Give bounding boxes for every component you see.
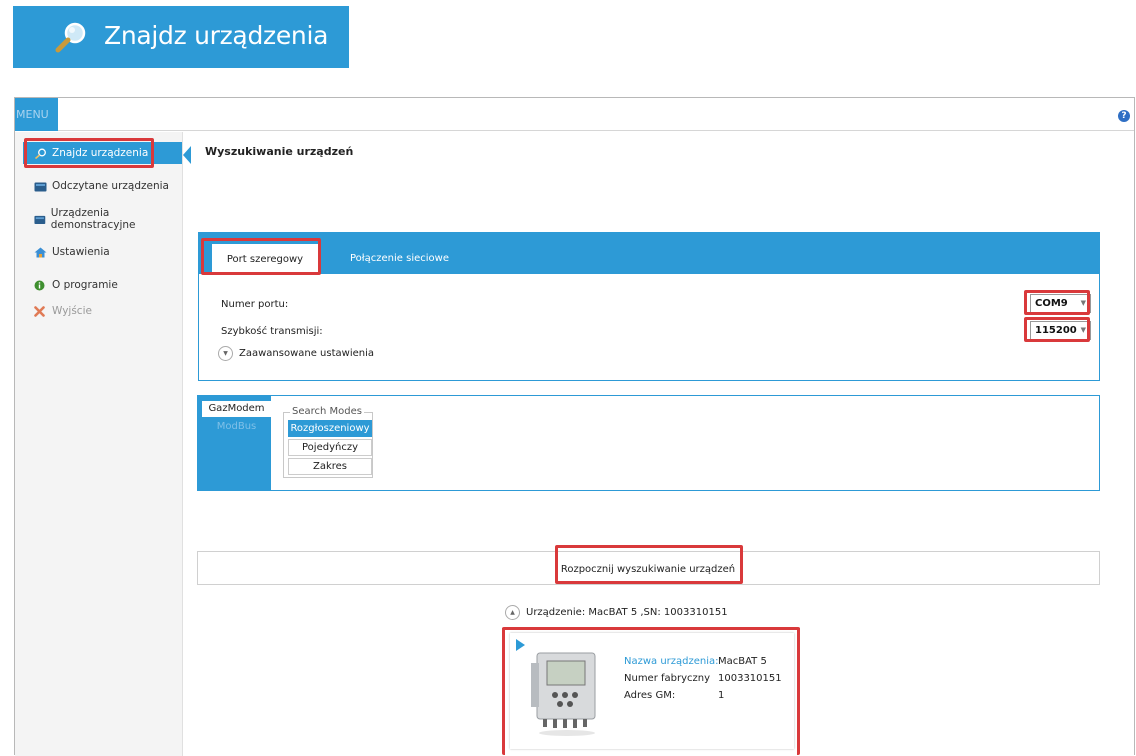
sidebar-item-read-devices[interactable]: Odczytane urządzenia <box>15 175 183 197</box>
sidebar: Znajdz urządzenia Odczytane urządzenia U… <box>15 132 183 756</box>
search-icon <box>55 22 86 53</box>
tab-gazmodem[interactable]: GazModem <box>202 401 271 417</box>
search-modes-group: Search Modes Rozgłoszeniowy Pojedyńczy a… <box>283 406 373 478</box>
start-search-button[interactable]: Rozpocznij wyszukiwanie urządzeń <box>558 557 738 583</box>
sidebar-item-settings[interactable]: Ustawienia <box>15 241 183 263</box>
sidebar-item-label: Odczytane urządzenia <box>52 180 169 192</box>
device-result-title: Urządzenie: MacBAT 5 ,SN: 1003310151 <box>526 607 728 618</box>
feature-banner: Znajdz urządzenia <box>13 6 349 68</box>
help-icon[interactable]: ? <box>1118 110 1130 122</box>
mode-single-address[interactable]: Pojedyńczy adres <box>288 439 372 469</box>
advanced-settings-toggle[interactable]: ▼ Zaawansowane ustawienia <box>218 346 374 361</box>
device-address-label: Adres GM: <box>624 690 676 701</box>
baud-select[interactable]: 115200 ▼ <box>1030 321 1091 340</box>
app-window: MENU ? Znajdz urządzenia Odczytane urząd… <box>14 97 1135 756</box>
sidebar-item-label: O programie <box>52 279 118 291</box>
device-image <box>531 652 596 736</box>
exit-icon <box>34 305 45 317</box>
device-name-value: MacBAT 5 <box>718 656 767 667</box>
device-result-header[interactable]: ▲ Urządzenie: MacBAT 5 ,SN: 1003310151 <box>505 605 728 620</box>
advanced-settings-label: Zaawansowane ustawienia <box>239 348 375 359</box>
port-value: COM9 <box>1035 298 1068 309</box>
connection-tabs: Port szeregowy Połączenie sieciowe <box>199 233 1099 275</box>
device-icon <box>34 182 47 191</box>
top-bar: MENU ? <box>15 98 1134 131</box>
home-icon <box>34 247 47 257</box>
play-icon <box>516 639 525 651</box>
menu-button[interactable]: MENU <box>15 98 58 131</box>
chevron-up-icon: ▲ <box>505 605 520 620</box>
device-address-value: 1 <box>718 690 725 701</box>
banner-title: Znajdz urządzenia <box>104 21 329 50</box>
sidebar-item-label: Znajdz urządzenia <box>52 147 149 159</box>
sidebar-item-label: Urządzenia demonstracyjne <box>50 207 136 231</box>
chevron-down-icon: ▼ <box>1080 299 1086 307</box>
sidebar-item-label: Wyjście <box>52 305 92 317</box>
device-card[interactable]: Nazwa urządzenia: MacBAT 5 Numer fabrycz… <box>510 633 794 749</box>
device-name-label: Nazwa urządzenia: <box>624 656 719 667</box>
sidebar-item-label: Ustawienia <box>52 246 110 258</box>
mode-broadcast[interactable]: Rozgłoszeniowy <box>288 420 372 437</box>
baud-value: 115200 <box>1035 325 1077 336</box>
sidebar-item-find-devices[interactable]: Znajdz urządzenia <box>23 142 182 164</box>
search-bar: Rozpocznij wyszukiwanie urządzeń <box>197 551 1100 585</box>
search-modes-legend: Search Modes <box>290 406 364 417</box>
sidebar-item-demo-devices[interactable]: Urządzenia demonstracyjne <box>15 207 183 231</box>
sidebar-item-about[interactable]: O programie <box>15 274 183 296</box>
tab-serial-port[interactable]: Port szeregowy <box>212 244 318 275</box>
protocol-panel: GazModem ModBus Search Modes Rozgłoszeni… <box>197 395 1100 491</box>
tab-network[interactable]: Połączenie sieciowe <box>350 253 449 264</box>
device-icon <box>34 215 46 224</box>
tab-modbus[interactable]: ModBus <box>202 421 271 432</box>
device-serial-value: 1003310151 <box>718 673 782 684</box>
page-title: Wyszukiwanie urządzeń <box>205 145 354 158</box>
active-indicator <box>183 146 191 164</box>
port-label: Numer portu: <box>221 299 289 310</box>
port-select[interactable]: COM9 ▼ <box>1030 294 1091 313</box>
mode-range[interactable]: Zakres <box>288 458 372 475</box>
baud-label: Szybkość transmisji: <box>221 326 323 337</box>
device-serial-label: Numer fabryczny <box>624 673 711 684</box>
chevron-down-icon: ▼ <box>1080 326 1086 334</box>
search-icon <box>34 148 46 159</box>
protocol-tabs: GazModem ModBus <box>198 396 271 491</box>
chevron-down-icon: ▼ <box>218 346 233 361</box>
sidebar-item-exit[interactable]: Wyjście <box>15 300 183 322</box>
connection-panel: Port szeregowy Połączenie sieciowe Numer… <box>198 232 1100 381</box>
info-icon <box>34 280 45 290</box>
